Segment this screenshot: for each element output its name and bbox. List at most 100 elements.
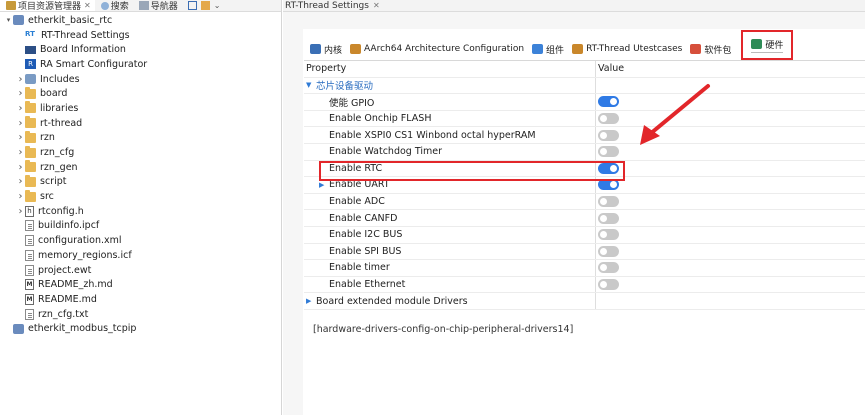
property-row[interactable]: ▼ 芯片设备驱动 (304, 77, 865, 95)
settings-tab[interactable]: 硬件 (741, 30, 794, 60)
toggle-switch[interactable] (598, 129, 619, 141)
property-cell: Enable ADC (304, 193, 596, 210)
toggle-switch[interactable] (598, 179, 619, 191)
chevron-right-icon[interactable]: › (16, 103, 25, 114)
tree-item[interactable]: › libraries (0, 101, 281, 116)
toggle-knob (600, 247, 607, 255)
toggle-switch[interactable] (598, 196, 619, 208)
settings-tab[interactable]: AArch64 Architecture Configuration (346, 38, 528, 60)
tree-item[interactable]: M README_zh.md (0, 277, 281, 292)
chevron-right-icon[interactable]: › (16, 88, 25, 99)
property-row[interactable]: Enable Onchip FLASH (304, 110, 865, 128)
chevron-right-icon[interactable]: › (16, 162, 25, 173)
property-column-header[interactable]: Property (304, 61, 596, 77)
chevron-right-icon[interactable]: › (16, 176, 25, 187)
editor-tab-rt-thread-settings[interactable]: RT-Thread Settings (285, 1, 369, 11)
tree-item[interactable]: memory_regions.icf (0, 248, 281, 263)
tab-project-explorer[interactable]: 项目资源管理器 ✕ (0, 0, 95, 11)
component-icon (532, 44, 544, 54)
chevron-right-icon[interactable]: › (16, 118, 25, 129)
triangle-right-icon[interactable]: ▶ (306, 297, 314, 305)
tree-item[interactable]: › rzn_gen (0, 160, 281, 175)
settings-tab[interactable]: 内核 (306, 38, 346, 60)
toggle-switch[interactable] (598, 113, 619, 125)
tree-item[interactable]: › Includes (0, 72, 281, 87)
toggle-switch[interactable] (598, 262, 619, 274)
chevron-right-icon[interactable]: › (16, 132, 25, 143)
property-row[interactable]: Enable timer (304, 260, 865, 277)
toggle-switch[interactable] (598, 212, 619, 224)
toggle-switch[interactable] (598, 146, 619, 158)
tree-item[interactable]: project.ewt (0, 263, 281, 278)
tab-search[interactable]: 搜索 (95, 0, 133, 11)
property-label: Enable XSPI0 CS1 Winbond octal hyperRAM (329, 129, 536, 141)
value-cell (596, 210, 865, 226)
property-cell: Enable I2C BUS (304, 226, 596, 243)
tree-item[interactable]: etherkit_modbus_tcpip (0, 321, 281, 336)
chevron-down-icon[interactable]: ▾ (4, 16, 13, 24)
tree-item[interactable]: Board Information (0, 42, 281, 57)
tree-item[interactable]: › script (0, 174, 281, 190)
close-icon[interactable]: ✕ (373, 1, 380, 10)
property-row[interactable]: Enable ADC (304, 193, 865, 211)
toggle-switch[interactable] (598, 279, 619, 291)
chevron-right-icon[interactable]: › (16, 74, 25, 85)
tree-item[interactable]: rzn_cfg.txt (0, 307, 281, 322)
link-editor-icon[interactable] (200, 1, 210, 10)
tree-item[interactable]: configuration.xml (0, 233, 281, 248)
settings-tab[interactable]: 软件包 (686, 38, 735, 60)
property-row[interactable]: Enable Ethernet (304, 276, 865, 294)
toggle-switch[interactable] (598, 245, 619, 257)
settings-editor: 内核 AArch64 Architecture Configuration 组件 RT… (303, 29, 865, 415)
chevron-right-icon[interactable]: › (16, 191, 25, 202)
value-cell (596, 177, 865, 193)
tree-item[interactable]: RT RT-Thread Settings (0, 28, 281, 43)
file-icon (25, 220, 34, 232)
property-row[interactable]: Enable CANFD (304, 210, 865, 227)
collapse-all-icon[interactable] (187, 1, 197, 10)
tree-item[interactable]: › src (0, 189, 281, 204)
property-row[interactable]: ▶ Board extended module Drivers (304, 293, 865, 310)
tree-item-label: etherkit_modbus_tcpip (28, 323, 137, 335)
settings-tab-content: 组件 (532, 43, 564, 56)
tree-item-label: etherkit_basic_rtc (28, 14, 113, 26)
tree-item[interactable]: › board (0, 86, 281, 101)
property-cell: Enable XSPI0 CS1 Winbond octal hyperRAM (304, 127, 596, 143)
tree-item[interactable]: › rzn_cfg (0, 145, 281, 160)
property-label: Board extended module Drivers (316, 295, 468, 307)
toggle-switch[interactable] (598, 229, 619, 241)
property-row[interactable]: Enable XSPI0 CS1 Winbond octal hyperRAM (304, 127, 865, 144)
triangle-right-icon[interactable]: ▶ (319, 181, 327, 189)
tab-navigator[interactable]: 导航器 (133, 0, 182, 11)
property-row[interactable]: Enable Watchdog Timer (304, 143, 865, 161)
toggle-knob (600, 264, 607, 272)
property-row[interactable]: Enable SPI BUS (304, 243, 865, 261)
tree-item[interactable]: M README.md (0, 292, 281, 307)
tree-item-label: src (40, 191, 54, 203)
settings-tab[interactable]: RT-Thread Utestcases (568, 38, 686, 60)
value-cell (596, 227, 865, 243)
property-row[interactable]: 使能 GPIO (304, 94, 865, 111)
tree-item-label: memory_regions.icf (38, 249, 132, 261)
tree-item-label: rzn_cfg.txt (38, 308, 89, 320)
settings-tab-content: 软件包 (690, 43, 731, 56)
tree-item-label: rt-thread (40, 117, 83, 129)
settings-tab[interactable]: 组件 (528, 38, 568, 60)
tree-item[interactable]: buildinfo.ipcf (0, 219, 281, 234)
view-menu-icon[interactable]: ⌄ (214, 1, 221, 10)
utest-icon (572, 44, 584, 54)
triangle-down-icon[interactable]: ▼ (306, 81, 314, 89)
tree-item[interactable]: R RA Smart Configurator (0, 57, 281, 72)
property-row[interactable]: Enable I2C BUS (304, 226, 865, 244)
tree-item[interactable]: ▾ etherkit_basic_rtc (0, 13, 281, 28)
tree-item[interactable]: › rt-thread (0, 116, 281, 131)
close-icon[interactable]: ✕ (84, 1, 91, 10)
tree-item[interactable]: › rzn (0, 130, 281, 146)
tree-item[interactable]: › h rtconfig.h (0, 204, 281, 219)
tree-item-label: script (40, 176, 67, 188)
chevron-right-icon[interactable]: › (16, 206, 25, 217)
header-file-icon: h (25, 205, 34, 217)
property-label: 芯片设备驱动 (316, 81, 374, 93)
chevron-right-icon[interactable]: › (16, 147, 25, 158)
toggle-switch[interactable] (598, 96, 619, 108)
